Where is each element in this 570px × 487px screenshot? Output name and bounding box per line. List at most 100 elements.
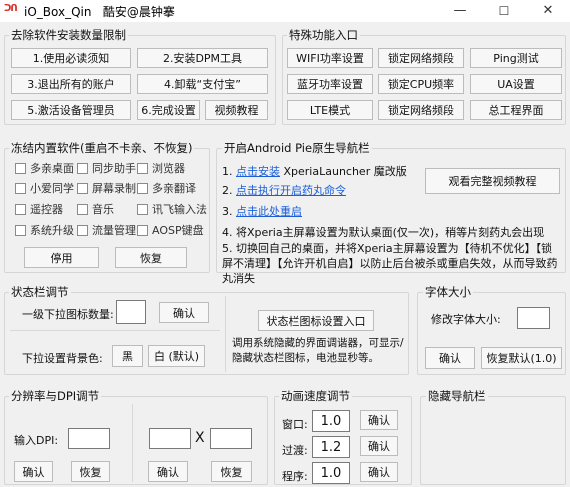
full-video-button[interactable]: 观看完整视频教程 (425, 168, 560, 194)
font-size-label: 修改字体大小: (431, 313, 501, 326)
read-notice-button[interactable]: 1.使用必读须知 (11, 48, 131, 68)
limits-title: 去除软件安装数量限制 (9, 28, 128, 42)
pie-step-5: 5. 切换回自己的桌面，并将Xperia主屏幕设置为【待机不优化】【锁屏不清理】… (222, 242, 558, 285)
anim-window-input[interactable]: 1.0 (312, 410, 350, 432)
close-icon[interactable]: ✕ (526, 0, 570, 22)
anim-title: 动画速度调节 (279, 389, 352, 403)
disable-button[interactable]: 停用 (24, 247, 99, 268)
ping-test-button[interactable]: Ping测试 (470, 48, 562, 68)
height-input[interactable] (210, 428, 252, 449)
checkbox-icon[interactable] (15, 182, 26, 194)
freeze-item-label: 浏览器 (152, 162, 185, 175)
engineering-menu-button[interactable]: 总工程界面 (470, 100, 562, 120)
pie-step-3: 3. 点击此处重启 (222, 203, 302, 219)
checkbox-icon[interactable] (15, 203, 26, 215)
freeze-item[interactable]: 多亲桌面 (15, 160, 74, 176)
freeze-item[interactable]: 屏幕录制 (77, 180, 136, 196)
lock-cpu-button[interactable]: 锁定CPU频率 (378, 74, 464, 94)
anim-window-label: 窗口: (282, 418, 308, 431)
freeze-item[interactable]: AOSP键盘 (137, 222, 204, 238)
divider (10, 330, 220, 331)
wifi-power-button[interactable]: WIFI功率设置 (287, 48, 373, 68)
minimize-icon[interactable]: — (438, 0, 482, 22)
finish-setup-button[interactable]: 6.完成设置 (137, 100, 200, 120)
lte-mode-button[interactable]: LTE模式 (287, 100, 373, 120)
anim-transition-label: 过渡: (282, 444, 308, 457)
special-title: 特殊功能入口 (287, 28, 360, 42)
step-number: 3. (222, 205, 233, 218)
anim-program-input[interactable]: 1.0 (312, 462, 350, 484)
anim-transition-confirm-button[interactable]: 确认 (360, 436, 398, 456)
freeze-item[interactable]: 浏览器 (137, 160, 185, 176)
freeze-item-label: 遥控器 (30, 203, 63, 216)
resolution-confirm-button[interactable]: 确认 (148, 461, 188, 482)
bt-power-button[interactable]: 蓝牙功率设置 (287, 74, 373, 94)
width-input[interactable] (149, 428, 191, 449)
checkbox-icon[interactable] (137, 182, 148, 194)
freeze-title: 冻结内置软件(重启不卡亲、不恢复) (9, 141, 195, 155)
bg-white-button[interactable]: 白 (默认) (148, 345, 205, 367)
freeze-item[interactable]: 小爱同学 (15, 180, 74, 196)
lock-band-2-button[interactable]: 锁定网络频段 (378, 100, 464, 120)
reboot-link[interactable]: 点击此处重启 (236, 205, 302, 218)
uninstall-alipay-button[interactable]: 4.卸载“支付宝” (137, 74, 268, 94)
freeze-item[interactable]: 音乐 (77, 201, 114, 217)
dpi-input[interactable] (68, 428, 110, 449)
freeze-item[interactable]: 多亲翻译 (137, 180, 196, 196)
bg-black-button[interactable]: 黑 (112, 345, 143, 367)
checkbox-icon[interactable] (137, 224, 148, 236)
install-dpm-button[interactable]: 2.安装DPM工具 (137, 48, 268, 68)
anim-program-label: 程序: (282, 470, 308, 483)
statusbar-desc: 调用系统隐藏的界面调谐器，可显示/隐藏状态栏图标，电池显秒等。 (232, 337, 404, 364)
bg-color-label: 下拉设置背景色: (22, 352, 103, 365)
font-size-input[interactable] (517, 307, 550, 329)
freeze-item[interactable]: 遥控器 (15, 201, 63, 217)
font-confirm-button[interactable]: 确认 (425, 347, 475, 369)
checkbox-icon[interactable] (137, 162, 148, 174)
checkbox-icon[interactable] (77, 182, 88, 194)
statusbar-icon-entry-button[interactable]: 状态栏图标设置入口 (258, 310, 374, 331)
video-tutorial-button[interactable]: 视频教程 (205, 100, 268, 120)
step-number: 1. (222, 165, 233, 178)
statusbar-title: 状态栏调节 (9, 285, 71, 299)
freeze-item[interactable]: 同步助手 (77, 160, 136, 176)
lock-band-button[interactable]: 锁定网络频段 (378, 48, 464, 68)
checkbox-icon[interactable] (77, 162, 88, 174)
checkbox-icon[interactable] (137, 203, 148, 215)
divider (132, 404, 133, 482)
freeze-item-label: 小爱同学 (30, 182, 74, 195)
run-pill-command-link[interactable]: 点击执行开启药丸命令 (236, 184, 346, 197)
freeze-item[interactable]: 讯飞输入法 (137, 201, 207, 217)
freeze-item[interactable]: 系统升级 (15, 222, 74, 238)
checkbox-icon[interactable] (15, 162, 26, 174)
restore-button[interactable]: 恢复 (115, 247, 187, 268)
freeze-item[interactable]: 流量管理 (77, 222, 136, 238)
divider (225, 296, 226, 372)
dpi-restore-button[interactable]: 恢复 (71, 461, 110, 482)
launcher-name: XperiaLauncher 魔改版 (283, 165, 407, 178)
anim-window-confirm-button[interactable]: 确认 (360, 410, 398, 430)
activate-admin-button[interactable]: 5.激活设备管理员 (11, 100, 131, 120)
pie-step-4: 4. 将Xperia主屏幕设置为默认桌面(仅一次)，稍等片刻药丸会出现 (222, 226, 545, 239)
maximize-icon[interactable]: ☐ (482, 0, 526, 22)
dpi-confirm-button[interactable]: 确认 (14, 461, 53, 482)
anim-program-confirm-button[interactable]: 确认 (360, 462, 398, 482)
checkbox-icon[interactable] (15, 224, 26, 236)
anim-transition-input[interactable]: 1.2 (312, 436, 350, 458)
checkbox-icon[interactable] (77, 203, 88, 215)
freeze-item-label: 同步助手 (92, 162, 136, 175)
hide-nav-title: 隐藏导航栏 (426, 389, 488, 403)
checkbox-icon[interactable] (77, 224, 88, 236)
logout-accounts-button[interactable]: 3.退出所有的账户 (11, 74, 131, 94)
install-launcher-link[interactable]: 点击安装 (236, 165, 280, 178)
font-size-title: 字体大小 (423, 285, 473, 299)
freeze-item-label: 音乐 (92, 203, 114, 216)
ua-settings-button[interactable]: UA设置 (470, 74, 562, 94)
font-reset-button[interactable]: 恢复默认(1.0) (481, 347, 562, 369)
level-icon-label: 一级下拉图标数量: (22, 308, 114, 321)
statusbar-confirm-button[interactable]: 确认 (159, 302, 209, 323)
freeze-item-label: 多亲翻译 (152, 182, 196, 195)
level-icon-count-input[interactable] (116, 300, 146, 324)
resolution-restore-button[interactable]: 恢复 (211, 461, 252, 482)
pie-step-2: 2. 点击执行开启药丸命令 (222, 182, 346, 198)
